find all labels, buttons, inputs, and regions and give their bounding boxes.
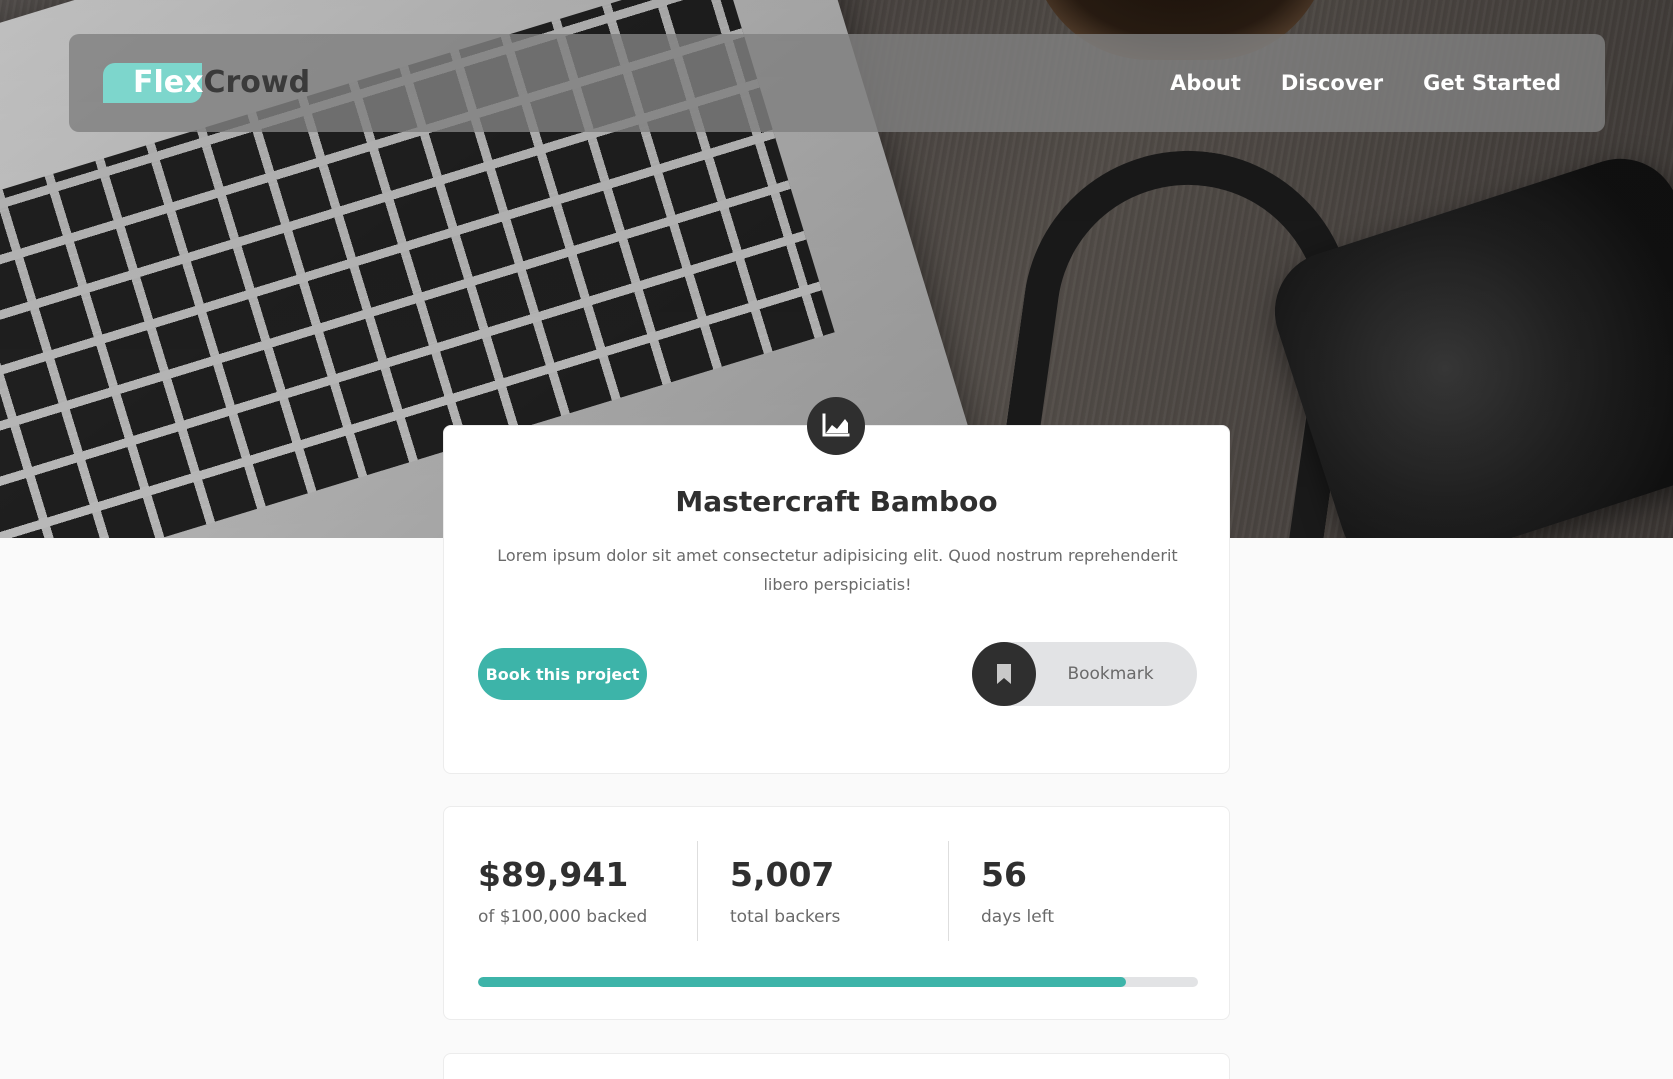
project-title: Mastercraft Bamboo xyxy=(675,485,998,518)
nav-link-discover[interactable]: Discover xyxy=(1281,71,1383,95)
progress-bar xyxy=(478,977,1198,987)
nav-link-about[interactable]: About xyxy=(1170,71,1241,95)
logo[interactable]: Flex Crowd xyxy=(103,63,310,103)
stat-divider xyxy=(697,841,698,941)
project-description: Lorem ipsum dolor sit amet consectetur a… xyxy=(497,546,1178,594)
progress-bar-fill xyxy=(478,977,1126,987)
book-project-button[interactable]: Book this project xyxy=(478,648,647,700)
nav-links: About Discover Get Started xyxy=(1170,71,1561,95)
project-card: Mastercraft Bamboo Lorem ipsum dolor sit… xyxy=(443,397,1230,774)
navbar: Flex Crowd About Discover Get Started xyxy=(69,34,1605,132)
stat-total-backers: 5,007 total backers xyxy=(730,841,948,941)
stat-value: $89,941 xyxy=(478,855,629,894)
stat-divider xyxy=(948,841,949,941)
stat-label: days left xyxy=(981,907,1055,927)
chart-line-icon xyxy=(807,397,865,455)
logo-text-flex: Flex xyxy=(133,65,204,100)
logo-text-crowd: Crowd xyxy=(203,65,311,100)
bookmark-icon xyxy=(972,642,1036,706)
stat-label: of $100,000 backed xyxy=(478,907,648,927)
bookmark-label: Bookmark xyxy=(1067,664,1154,684)
about-card xyxy=(443,1053,1230,1079)
stats-card: $89,941 of $100,000 backed 5,007 total b… xyxy=(443,806,1230,1020)
stat-days-left: 56 days left xyxy=(981,841,1199,941)
nav-link-get-started[interactable]: Get Started xyxy=(1423,71,1561,95)
stat-label: total backers xyxy=(730,907,841,927)
stat-value: 56 xyxy=(981,855,1027,894)
bookmark-button[interactable]: Bookmark xyxy=(972,642,1197,706)
stat-value: 5,007 xyxy=(730,855,835,894)
stat-amount-backed: $89,941 of $100,000 backed xyxy=(478,841,696,941)
